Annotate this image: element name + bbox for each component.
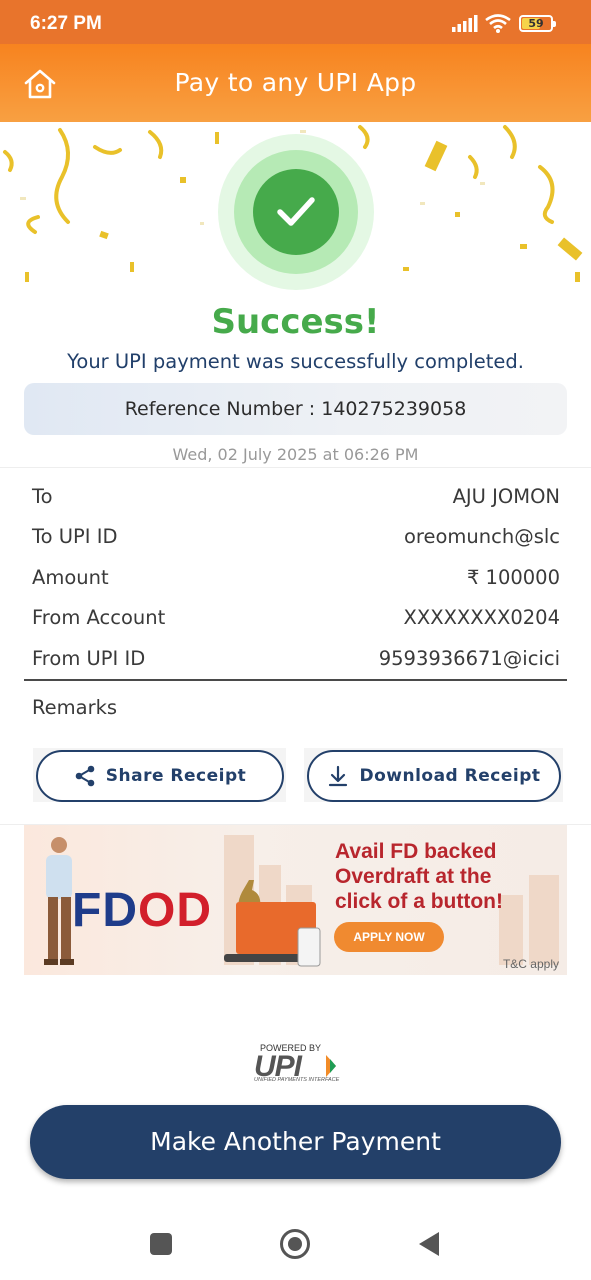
detail-value: ₹ 100000 [466, 566, 560, 589]
detail-row-amount: Amount ₹ 100000 [32, 566, 560, 596]
reference-number: Reference Number : 140275239058 [24, 383, 567, 435]
page-title: Pay to any UPI App [174, 68, 417, 97]
detail-label: Amount [32, 566, 109, 589]
transaction-datetime: Wed, 02 July 2025 at 06:26 PM [172, 445, 419, 464]
success-message: Your UPI payment was successfully comple… [67, 350, 524, 373]
upi-arrow-icon [326, 1055, 336, 1077]
apply-now-button[interactable]: APPLY NOW [334, 922, 444, 952]
home-nav-icon[interactable] [280, 1229, 310, 1259]
status-bar: 6:27 PM 59 [0, 0, 591, 44]
promo-disclaimer: T&C apply [502, 957, 559, 971]
promo-brand: FDOD [72, 884, 212, 937]
success-heading: Success! [211, 302, 380, 342]
divider [24, 679, 567, 681]
detail-row-to: To AJU JOMON [32, 485, 560, 515]
wifi-icon [485, 14, 511, 33]
remarks-label: Remarks [32, 696, 118, 719]
success-badge [218, 134, 374, 290]
promo-banner[interactable]: FDOD Avail FD backed Overdraft at the cl… [24, 825, 567, 975]
detail-label: To UPI ID [32, 525, 118, 548]
share-receipt-button[interactable]: Share Receipt [36, 750, 284, 802]
status-time: 6:27 PM [30, 13, 102, 34]
transaction-details: To AJU JOMON To UPI ID oreomunch@slc Amo… [0, 467, 591, 825]
app-header: Pay to any UPI App [0, 44, 591, 122]
download-receipt-label: Download Receipt [359, 766, 541, 786]
battery-icon: 59 [519, 15, 556, 32]
detail-value: oreomunch@slc [403, 525, 560, 548]
upi-logo: POWERED BY UPI UNIFIED PAYMENTS INTERFAC… [248, 1043, 343, 1088]
detail-row-from-account: From Account XXXXXXXX0204 [32, 606, 560, 636]
back-icon[interactable] [417, 1231, 441, 1257]
share-receipt-label: Share Receipt [105, 766, 247, 786]
promo-headline: Avail FD backed Overdraft at the click o… [335, 840, 503, 913]
download-icon [329, 765, 348, 787]
signal-icon [452, 15, 478, 32]
system-nav-bar [0, 1205, 591, 1280]
laptop-image [224, 880, 321, 967]
detail-label: From Account [32, 606, 166, 629]
share-icon [75, 765, 95, 787]
detail-label: From UPI ID [32, 647, 146, 670]
detail-value: AJU JOMON [452, 485, 560, 508]
detail-row-remarks: Remarks [32, 696, 560, 726]
detail-value: 9593936671@icici [378, 647, 560, 670]
upi-subtitle: UNIFIED PAYMENTS INTERFACE [254, 1077, 340, 1083]
make-another-payment-button[interactable]: Make Another Payment [30, 1105, 561, 1179]
checkmark-icon [277, 197, 315, 226]
detail-row-from-upi: From UPI ID 9593936671@icici [32, 647, 560, 677]
download-receipt-button[interactable]: Download Receipt [307, 750, 561, 802]
recents-icon[interactable] [150, 1233, 172, 1255]
detail-label: To [32, 485, 53, 508]
detail-value: XXXXXXXX0204 [403, 606, 561, 629]
detail-row-to-upi: To UPI ID oreomunch@slc [32, 525, 560, 555]
battery-level: 59 [528, 17, 544, 30]
